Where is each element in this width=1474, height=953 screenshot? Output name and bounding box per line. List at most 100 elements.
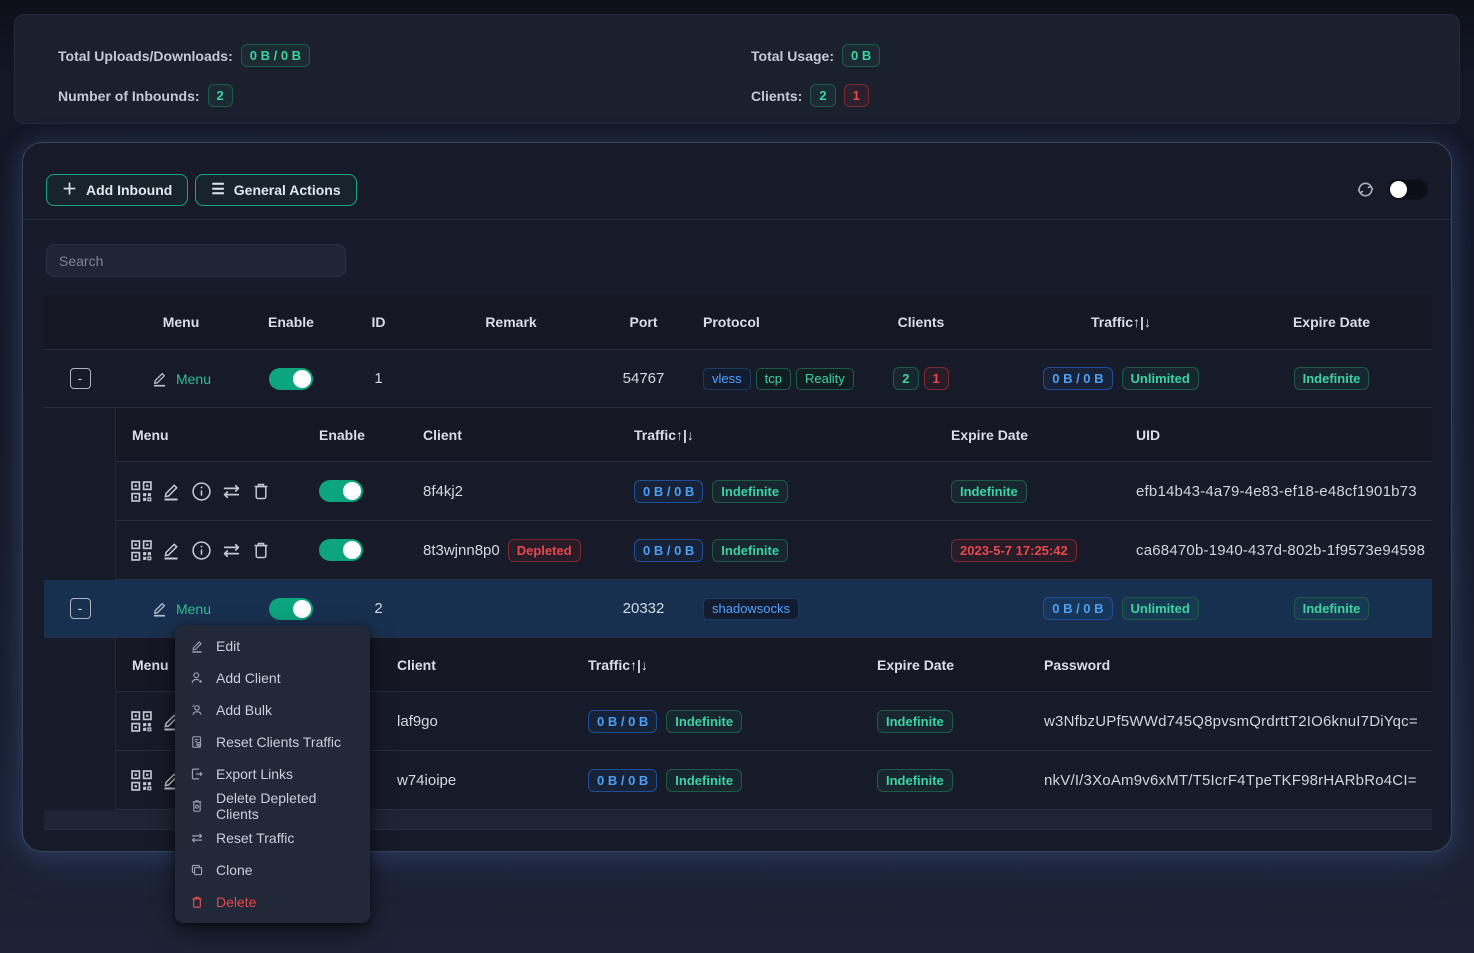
clients-active-badge: 2 xyxy=(893,367,918,390)
menu-item-label: Export Links xyxy=(216,766,293,782)
menu-item-delete[interactable]: Delete xyxy=(175,886,370,918)
menu-item-export-links[interactable]: Export Links xyxy=(175,758,370,790)
client-enable-toggle[interactable] xyxy=(319,539,363,561)
expire-badge: Indefinite xyxy=(1294,597,1370,620)
add-bulk-icon xyxy=(189,703,204,718)
clients-depleted-badge: 1 xyxy=(924,367,949,390)
edit-client-icon[interactable] xyxy=(160,539,182,561)
client-traffic-badge: 0 B / 0 B xyxy=(588,710,657,733)
menu-item-reset-clients-traffic[interactable]: Reset Clients Traffic xyxy=(175,726,370,758)
client-name: laf9go xyxy=(381,692,572,750)
sub-header-expire: Expire Date xyxy=(861,638,1028,691)
info-icon[interactable] xyxy=(190,480,212,502)
subtable1-header-row: Menu Enable Client Traffic↑|↓ Expire Dat… xyxy=(116,408,1432,462)
general-actions-button[interactable]: ☰ General Actions xyxy=(195,174,356,206)
delete-icon xyxy=(189,895,204,910)
hamburger-icon: ☰ xyxy=(211,182,224,197)
collapse-row-button[interactable]: - xyxy=(70,368,91,389)
refresh-icon[interactable] xyxy=(1354,179,1376,201)
clients-active-badge: 2 xyxy=(810,84,835,107)
header-traffic[interactable]: Traffic↑|↓ xyxy=(1011,295,1231,349)
header-menu: Menu xyxy=(116,295,246,349)
client-enable-toggle[interactable] xyxy=(319,480,363,502)
delete-client-icon[interactable] xyxy=(250,480,272,502)
client-row: 8t3wjnn8p0 Depleted 0 B / 0 B Indefinite… xyxy=(116,521,1432,580)
toolbar: ＋ Add Inbound ☰ General Actions xyxy=(44,143,1430,207)
header-clients: Clients xyxy=(831,295,1011,349)
clients-depleted-badge: 1 xyxy=(844,84,869,107)
qrcode-icon[interactable] xyxy=(130,480,152,502)
inbound-remark xyxy=(421,350,601,407)
uploads-value-badge: 0 B / 0 B xyxy=(241,44,310,67)
sub-header-traffic[interactable]: Traffic↑|↓ xyxy=(618,408,935,461)
stat-inbounds: Number of Inbounds: 2 xyxy=(58,83,751,108)
client-uid: ca68470b-1940-437d-802b-1f9573e94598 xyxy=(1120,521,1432,579)
client-limit-badge: Indefinite xyxy=(712,539,788,562)
general-actions-label: General Actions xyxy=(234,182,341,198)
inbound-port: 20332 xyxy=(601,580,686,637)
header-enable: Enable xyxy=(246,295,336,349)
depleted-badge: Depleted xyxy=(508,539,581,562)
client-expire-badge: Indefinite xyxy=(877,710,953,733)
menu-item-clone[interactable]: Clone xyxy=(175,854,370,886)
qrcode-icon[interactable] xyxy=(130,539,152,561)
reset-clients-traffic-icon xyxy=(189,735,204,750)
header-expire-date: Expire Date xyxy=(1231,295,1432,349)
menu-item-label: Edit xyxy=(216,638,240,654)
menu-item-delete-depleted-clients[interactable]: Delete Depleted Clients xyxy=(175,790,370,822)
usage-label: Total Usage: xyxy=(751,48,834,64)
menu-item-add-client[interactable]: Add Client xyxy=(175,662,370,694)
header-expand xyxy=(44,295,116,349)
add-inbound-button[interactable]: ＋ Add Inbound xyxy=(46,174,188,206)
stat-clients: Clients: 2 1 xyxy=(751,83,1416,108)
reset-traffic-icon[interactable] xyxy=(220,539,242,561)
row-menu-label: Menu xyxy=(176,601,211,617)
traffic-limit-badge: Unlimited xyxy=(1122,367,1199,390)
client-password: w3NfbzUPf5WWd745Q8pvsmQrdrttT2IO6knuI7Di… xyxy=(1028,692,1432,750)
menu-item-label: Clone xyxy=(216,862,253,878)
edit-icon xyxy=(151,600,168,617)
reset-traffic-icon[interactable] xyxy=(220,480,242,502)
client-expire-badge: Indefinite xyxy=(877,769,953,792)
sub-header-expire: Expire Date xyxy=(935,408,1120,461)
search-input[interactable] xyxy=(46,244,346,277)
delete-client-icon[interactable] xyxy=(250,539,272,561)
enable-toggle[interactable] xyxy=(269,368,313,390)
menu-item-edit[interactable]: Edit xyxy=(175,630,370,662)
clone-icon xyxy=(189,863,204,878)
plus-icon: ＋ xyxy=(62,182,77,197)
menu-item-label: Delete xyxy=(216,894,256,910)
header-port: Port xyxy=(601,295,686,349)
enable-toggle[interactable] xyxy=(269,598,313,620)
inbound-row-1: - Menu 1 54767 vless tcp Reality 2 1 xyxy=(44,350,1432,408)
protocol-tag: shadowsocks xyxy=(703,598,799,620)
menu-item-label: Add Client xyxy=(216,670,281,686)
qrcode-icon[interactable] xyxy=(130,769,152,791)
inbound-id: 1 xyxy=(336,350,421,407)
client-uid: efb14b43-4a79-4e83-ef18-e48cf1901b73 xyxy=(1120,462,1432,520)
collapse-row-button[interactable]: - xyxy=(70,598,91,619)
edit-icon xyxy=(151,370,168,387)
panel-toggle-switch[interactable] xyxy=(1388,179,1428,200)
add-client-icon xyxy=(189,671,204,686)
inbound-context-menu: Edit Add Client Add Bulk Reset Clients T… xyxy=(175,625,370,923)
menu-item-add-bulk[interactable]: Add Bulk xyxy=(175,694,370,726)
client-traffic-badge: 0 B / 0 B xyxy=(634,539,703,562)
info-icon[interactable] xyxy=(190,539,212,561)
clients-label: Clients: xyxy=(751,88,802,104)
inbound-port: 54767 xyxy=(601,350,686,407)
traffic-badge: 0 B / 0 B xyxy=(1043,367,1112,390)
stat-total-usage: Total Usage: 0 B xyxy=(751,43,1416,68)
qrcode-icon[interactable] xyxy=(130,710,152,732)
edit-client-icon[interactable] xyxy=(160,480,182,502)
delete-depleted-clients-icon xyxy=(189,799,204,814)
sub-header-traffic[interactable]: Traffic↑|↓ xyxy=(572,638,861,691)
menu-item-label: Reset Clients Traffic xyxy=(216,734,341,750)
client-name: 8f4kj2 xyxy=(407,462,618,520)
expire-badge: Indefinite xyxy=(1294,367,1370,390)
menu-item-reset-traffic[interactable]: Reset Traffic xyxy=(175,822,370,854)
stats-card: Total Uploads/Downloads: 0 B / 0 B Total… xyxy=(14,14,1460,124)
row-menu-button[interactable]: Menu xyxy=(151,600,211,617)
row-menu-button[interactable]: Menu xyxy=(151,370,211,387)
header-id: ID xyxy=(336,295,421,349)
